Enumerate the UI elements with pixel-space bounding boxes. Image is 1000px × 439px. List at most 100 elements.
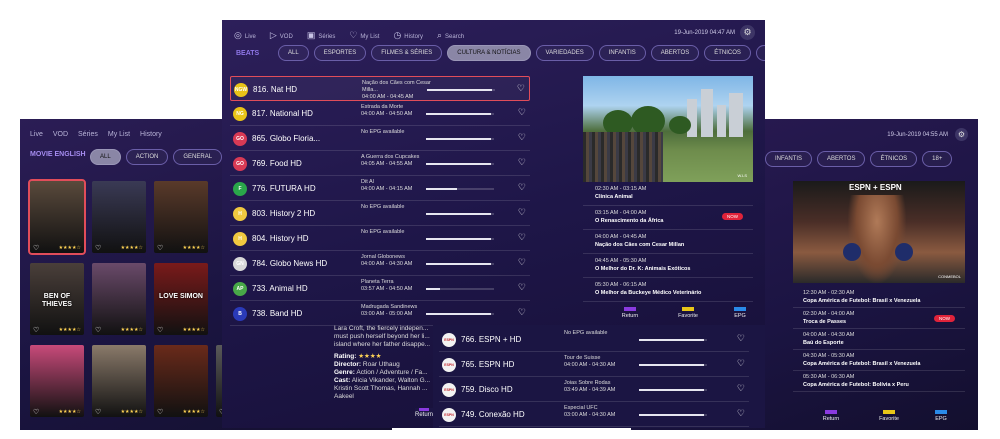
pill-general[interactable]: GENERAL bbox=[173, 149, 223, 165]
heart-icon[interactable]: ♡ bbox=[518, 232, 526, 243]
channel-logo: ESPN bbox=[442, 333, 456, 347]
heart-icon[interactable]: ♡ bbox=[95, 326, 101, 334]
movie-poster[interactable]: ♡ ★★★★☆ bbox=[30, 345, 84, 417]
epg-row[interactable]: 04:00 AM - 04:30 AM Baú do Esporte bbox=[793, 329, 965, 350]
epg-time: 05:30 AM - 06:15 AM bbox=[595, 282, 647, 288]
gear-icon[interactable]: ⚙ bbox=[740, 25, 755, 40]
pill-abertos[interactable]: ABERTOS bbox=[817, 151, 866, 167]
channel-row[interactable]: GO 865. Globo Floria... No EPG available ♡ bbox=[230, 126, 530, 151]
nav-live[interactable]: ◎ Live bbox=[234, 30, 256, 41]
channel-title: Globo bbox=[269, 134, 292, 143]
channel-row[interactable]: AP 733. Animal HD Planeta Terra 03:57 AM - … bbox=[230, 276, 530, 301]
heart-icon[interactable]: ♡ bbox=[33, 408, 39, 416]
channel-row[interactable]: GO 769. Food HD A Guerra dos Cupcakes 04:05… bbox=[230, 151, 530, 176]
heart-icon[interactable]: ♡ bbox=[518, 107, 526, 118]
channel-row[interactable]: ESPN 766. ESPN + HD No EPG available ♡ bbox=[439, 327, 749, 352]
channel-row[interactable]: B 738. Band HD Madrugada Sandinews 03:00 AM… bbox=[230, 301, 530, 326]
heart-icon[interactable]: ♡ bbox=[518, 282, 526, 293]
heart-icon[interactable]: ♡ bbox=[95, 408, 101, 416]
pill-adult[interactable]: 18+ bbox=[922, 151, 953, 167]
nav-search[interactable]: ⌕ Search bbox=[437, 30, 464, 41]
channel-row[interactable]: NG 817. National HD Estrada da Morte 04:00 … bbox=[230, 101, 530, 126]
channel-row[interactable]: F 776. FUTURA HD Dit Al 04:00 AM - 04:15 AM… bbox=[230, 176, 530, 201]
heart-icon[interactable]: ♡ bbox=[737, 383, 745, 394]
live-tab[interactable]: Live bbox=[30, 131, 43, 138]
epg-row[interactable]: 02:30 AM - 04:00 AM Troca de Passes NOW bbox=[793, 308, 965, 329]
category-pill[interactable]: CULTURA & NOTÍCIAS bbox=[447, 45, 531, 61]
heart-icon[interactable]: ♡ bbox=[518, 182, 526, 193]
video-preview-fight[interactable]: ESPN + ESPN CONMEBOL bbox=[793, 181, 965, 283]
heart-icon[interactable]: ♡ bbox=[157, 326, 163, 334]
heart-icon[interactable]: ♡ bbox=[518, 307, 526, 318]
channel-title: Animal bbox=[269, 284, 294, 293]
pill-etnicos[interactable]: ÉTNICOS bbox=[870, 151, 918, 167]
movie-poster[interactable]: ♡ ★★★★☆ bbox=[92, 345, 146, 417]
channel-row[interactable]: H 803. History 2 HD No EPG available ♡ bbox=[230, 201, 530, 226]
channel-row[interactable]: ESPN 759. Disco HD Joias Sobre Rodas 03:49 … bbox=[439, 377, 749, 402]
movie-poster[interactable]: LOVE SIMON ♡ ★★★★☆ bbox=[154, 263, 208, 335]
return-key[interactable]: Return bbox=[602, 307, 658, 319]
movie-poster[interactable]: ♡ ★★★★☆ bbox=[92, 181, 146, 253]
channel-row[interactable]: ESPN 749. Conexão HD Especial UFC 03:00 AM … bbox=[439, 402, 749, 427]
epg-row[interactable]: 04:30 AM - 05:30 AM Copa América de Futeb… bbox=[793, 350, 965, 371]
epg-row[interactable]: 04:45 AM - 05:30 AM O Melhor do Dr. K: An… bbox=[583, 254, 753, 278]
epg-row[interactable]: 03:15 AM - 04:00 AM O Renascimento da Áfr… bbox=[583, 206, 753, 230]
movie-poster[interactable]: ♡ ★★★★☆ bbox=[154, 345, 208, 417]
epg-key[interactable]: EPG bbox=[919, 410, 963, 422]
nav-my-list[interactable]: ♡ My List bbox=[349, 30, 379, 41]
favorite-key[interactable]: Favorite bbox=[658, 307, 718, 319]
channel-row[interactable]: NGW 816. Nat HD Nação dos Cães com Cesar M… bbox=[230, 76, 530, 101]
pill-all[interactable]: ALL bbox=[90, 149, 121, 165]
category-pill[interactable]: ABERTOS bbox=[650, 45, 700, 61]
heart-icon[interactable]: ♡ bbox=[737, 333, 745, 344]
pill-infantis[interactable]: INFANTIS bbox=[765, 151, 813, 167]
return-key-left[interactable]: Return bbox=[415, 408, 433, 418]
category-pill[interactable]: INFANTIS bbox=[598, 45, 646, 61]
history-tab[interactable]: History bbox=[140, 131, 162, 138]
pill-action[interactable]: ACTION bbox=[125, 149, 169, 165]
heart-icon[interactable]: ♡ bbox=[157, 408, 163, 416]
heart-icon[interactable]: ♡ bbox=[95, 244, 101, 252]
video-preview-park[interactable]: W.LS bbox=[583, 76, 753, 182]
movie-poster[interactable]: ♡ ★★★★☆ bbox=[28, 179, 86, 255]
gear-icon[interactable]: ⚙ bbox=[955, 128, 968, 141]
heart-icon[interactable]: ♡ bbox=[33, 244, 39, 252]
series-tab[interactable]: Séries bbox=[78, 131, 98, 138]
nav-vod[interactable]: ▷ VOD bbox=[270, 30, 293, 41]
vod-tab[interactable]: VOD bbox=[53, 131, 68, 138]
category-pill[interactable]: ESPORTES bbox=[313, 45, 367, 61]
heart-icon[interactable]: ♡ bbox=[33, 326, 39, 334]
nav-séries[interactable]: ▣ Séries bbox=[307, 30, 336, 41]
rating-stars: ★★★★☆ bbox=[120, 409, 143, 415]
epg-row[interactable]: 12:30 AM - 02:30 AM Copa América de Futeb… bbox=[793, 287, 965, 308]
epg-row[interactable]: 04:00 AM - 04:45 AM Nação dos Cães com Ce… bbox=[583, 230, 753, 254]
channel-row[interactable]: H 804. History HD No EPG available ♡ bbox=[230, 226, 530, 251]
nav-history[interactable]: ◷ History bbox=[393, 30, 423, 41]
heart-icon[interactable]: ♡ bbox=[737, 408, 745, 419]
epg-row[interactable]: 02:30 AM - 03:15 AM Clínica Animal bbox=[583, 182, 753, 206]
channel-row[interactable]: ESPN 765. ESPN HD Tour de Suisse 04:00 AM -… bbox=[439, 352, 749, 377]
heart-icon[interactable]: ♡ bbox=[518, 257, 526, 268]
favorite-key[interactable]: Favorite bbox=[859, 410, 919, 422]
category-pill[interactable]: VARIEDADES bbox=[535, 45, 594, 61]
heart-icon[interactable]: ♡ bbox=[518, 132, 526, 143]
heart-icon[interactable]: ♡ bbox=[518, 157, 526, 168]
category-pill[interactable]: 18+ bbox=[755, 45, 765, 61]
program-title: No EPG available bbox=[564, 330, 608, 336]
epg-row[interactable]: 05:30 AM - 06:15 AM O Melhor da Buckeye M… bbox=[583, 278, 753, 302]
movie-poster[interactable]: BEN OF THIEVES ♡ ★★★★☆ bbox=[30, 263, 84, 335]
movie-poster[interactable]: ♡ ★★★★☆ bbox=[154, 181, 208, 253]
return-key[interactable]: Return bbox=[803, 410, 859, 422]
epg-key[interactable]: EPG bbox=[718, 307, 762, 319]
category-pill[interactable]: FILMES & SÉRIES bbox=[371, 45, 443, 61]
heart-icon[interactable]: ♡ bbox=[518, 207, 526, 218]
category-pill[interactable]: ALL bbox=[278, 45, 309, 61]
movie-poster[interactable]: ♡ ★★★★☆ bbox=[92, 263, 146, 335]
epg-row[interactable]: 05:30 AM - 06:30 AM Copa América de Futeb… bbox=[793, 371, 965, 392]
heart-icon[interactable]: ♡ bbox=[157, 244, 163, 252]
category-pill[interactable]: ÉTNICOS bbox=[704, 45, 751, 61]
heart-icon[interactable]: ♡ bbox=[737, 358, 745, 369]
channel-row[interactable]: GN 784. Globo News HD Jornal Globonews 04:0… bbox=[230, 251, 530, 276]
mylist-tab[interactable]: My List bbox=[108, 131, 130, 138]
heart-icon[interactable]: ♡ bbox=[517, 83, 525, 94]
